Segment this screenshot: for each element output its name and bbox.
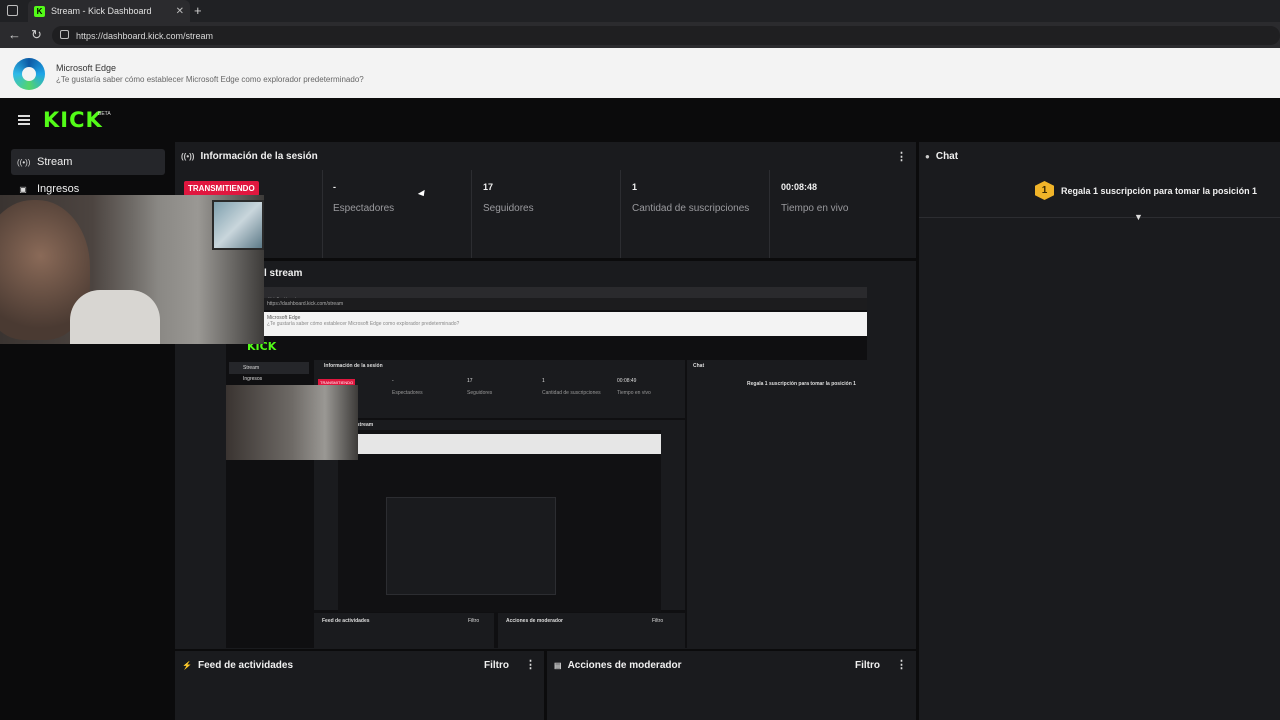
chat-title: Chat	[935, 150, 959, 162]
stat-label: Espectadores	[333, 203, 395, 214]
edge-infobar-message[interactable]: ¿Te gustaría saber cómo establecer Micro…	[56, 75, 364, 84]
bolt-icon: ⚡	[182, 660, 192, 670]
activity-menu-icon[interactable]: ⋮	[525, 658, 536, 671]
preview-mod-filter: Filtro	[652, 618, 664, 624]
preview-recursive-inner	[386, 497, 556, 595]
back-icon[interactable]: ←	[8, 27, 21, 42]
broadcast-icon: ((•))	[17, 157, 31, 167]
preview-feed-title: Feed de actividades	[322, 618, 370, 624]
live-status-badge: TRANSMITIENDO	[184, 181, 259, 196]
sidebar-item-stream[interactable]: ((•)) Stream	[11, 149, 165, 175]
edge-logo-icon	[13, 58, 45, 90]
preview-chat-panel: Chat Regala 1 suscripción para tomar la …	[687, 360, 867, 648]
stream-preview-title: l stream	[264, 268, 303, 279]
activity-filter-button[interactable]: Filtro	[484, 651, 509, 679]
browser-tab[interactable]: K Stream - Kick Dashboard ✕	[28, 0, 190, 22]
beta-label: BETA	[98, 111, 111, 117]
preview-edge-bar: Microsoft Edge ¿Te gustaría saber cómo e…	[264, 312, 867, 336]
moderator-filter-button[interactable]: Filtro	[855, 651, 880, 679]
preview-url: https://dashboard.kick.com/stream	[264, 298, 867, 310]
edge-infobar-title: Microsoft Edge	[56, 63, 117, 73]
gift-message: Regala 1 suscripción para tomar la posic…	[1061, 186, 1258, 196]
tab-title: Stream - Kick Dashboard	[51, 6, 152, 16]
preview-stat-label: Seguidores	[467, 390, 493, 396]
session-title: Información de la sesión	[200, 150, 318, 162]
stat-label: Cantidad de suscripciones	[632, 203, 750, 214]
preview-mod-panel: Acciones de moderador Filtro	[498, 613, 685, 648]
new-tab-icon[interactable]: +	[194, 3, 202, 18]
preview-stat: 00:08:49	[617, 378, 637, 384]
site-info-icon[interactable]	[60, 30, 69, 39]
preview-recursive-strip	[358, 434, 661, 454]
close-tab-icon[interactable]: ✕	[176, 6, 184, 17]
activity-feed-header: ⚡ Feed de actividades	[182, 651, 293, 679]
preview-sidebar-ingresos: Ingresos	[243, 376, 263, 382]
chat-bubble-icon: ●	[925, 151, 930, 161]
stat-viewers	[322, 170, 471, 258]
chat-gift-notice[interactable]	[919, 176, 1280, 218]
chat-panel	[919, 142, 1280, 720]
stat-value: -	[333, 182, 336, 192]
url-field[interactable]: https://dashboard.kick.com/stream	[52, 26, 1280, 45]
preview-edge-msg: ¿Te gustaría saber cómo establecer Micro…	[267, 321, 460, 327]
preview-stat: 17	[467, 378, 473, 384]
refresh-icon[interactable]: ↻	[31, 27, 42, 43]
edge-infobar	[0, 48, 1280, 98]
moderator-header: ▤ Acciones de moderador	[554, 651, 681, 679]
preview-stat-label: Cantidad de suscripciones	[542, 390, 601, 396]
preview-sidebar-stream: Stream	[229, 362, 309, 374]
stat-value: 17	[483, 182, 494, 192]
webcam-shirt	[70, 290, 160, 344]
activity-feed-title: Feed de actividades	[197, 659, 294, 671]
preview-session-panel: Información de la sesión - Espectadores …	[314, 360, 685, 418]
preview-webcam	[226, 385, 358, 460]
menu-icon[interactable]	[18, 115, 30, 125]
kick-logo[interactable]: KICK	[43, 108, 103, 132]
stream-preview-video[interactable]: Kick Dashboard https://dashboard.kick.co…	[226, 287, 867, 648]
window-icon[interactable]	[7, 5, 18, 16]
session-menu-icon[interactable]: ⋮	[896, 150, 907, 163]
preview-chat-title: Chat	[693, 363, 705, 369]
preview-tabbar: Kick Dashboard	[264, 287, 867, 301]
moderator-menu-icon[interactable]: ⋮	[896, 658, 907, 671]
chat-header: ● Chat	[925, 142, 958, 170]
preview-stat-label: Tiempo en vivo	[617, 390, 651, 396]
document-icon: ▤	[554, 660, 562, 670]
stat-value: 00:08:48	[781, 182, 818, 192]
stat-followers	[471, 170, 620, 258]
sidebar-item-label: Stream	[37, 156, 73, 168]
preview-mod-title: Acciones de moderador	[506, 618, 563, 624]
sidebar-item-label: Ingresos	[37, 183, 80, 195]
stat-subscriptions	[620, 170, 769, 258]
stat-label: Tiempo en vivo	[781, 203, 849, 214]
preview-stat: 1	[542, 378, 545, 384]
kick-favicon-icon: K	[34, 5, 45, 17]
preview-stat: -	[392, 378, 394, 384]
broadcast-icon: ((•))	[181, 151, 195, 161]
chevron-down-icon[interactable]: ▼	[1134, 212, 1143, 222]
chart-icon: ▣	[19, 184, 27, 194]
preview-session-title: Información de la sesión	[324, 363, 383, 369]
preview-stat-label: Espectadores	[392, 390, 423, 396]
stat-value: 1	[632, 182, 638, 192]
session-header: ((•)) Información de la sesión	[181, 142, 318, 170]
preview-feed-filter: Filtro	[468, 618, 480, 624]
stat-label: Seguidores	[483, 203, 534, 214]
preview-chat-msg: Regala 1 suscripción para tomar la posic…	[747, 381, 856, 387]
moderator-title: Acciones de moderador	[567, 659, 682, 671]
webcam-wall-picture	[212, 200, 264, 250]
browser-tabbar	[0, 0, 1280, 22]
preview-feed-panel: Feed de actividades Filtro	[314, 613, 494, 648]
